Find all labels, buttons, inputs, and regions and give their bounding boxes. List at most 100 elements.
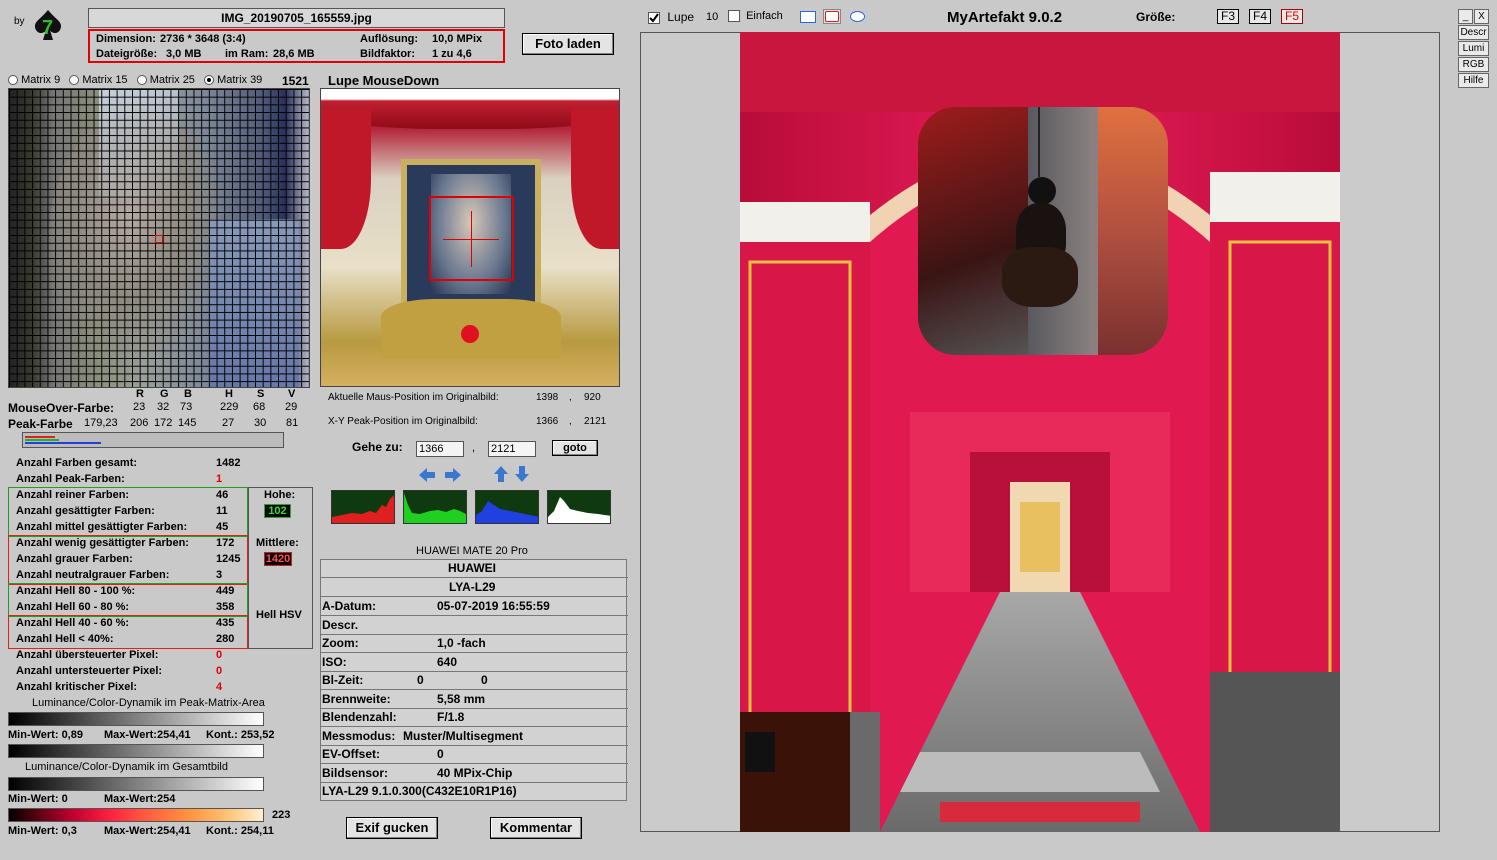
dyn-color-value: 223 <box>272 809 291 821</box>
peak-row: Peak-Farbe 179,23 206 172 145 27 30 81 <box>0 417 310 431</box>
goto-button[interactable]: goto <box>552 440 598 456</box>
count-label: Anzahl untersteuerter Pixel: <box>16 665 163 677</box>
einfach-checkbox[interactable]: Einfach <box>728 10 783 23</box>
exif-label: Messmodus: <box>322 728 396 743</box>
count-row: Anzahl mittel gesättigter Farben: 45 <box>8 521 248 537</box>
matrix-9-radio[interactable]: Matrix 9 <box>8 74 60 86</box>
header-g: G <box>160 388 169 400</box>
matrix-count: 1521 <box>282 74 309 88</box>
color-headers: R G B H S V <box>0 388 310 400</box>
histogram-luma <box>547 490 611 524</box>
count-value: 1482 <box>216 457 241 469</box>
hohe-label: Hohe: <box>264 489 296 501</box>
count-row: Anzahl reiner Farben: 46 <box>8 489 248 505</box>
matrix-15-radio[interactable]: Matrix 15 <box>69 74 128 86</box>
maus-x: 1398 <box>536 392 559 403</box>
dyn-peak-kont: Kont.: 253,52 <box>206 729 275 741</box>
exif-value: 5,58 mm <box>437 691 486 706</box>
count-value: 3 <box>216 569 223 581</box>
dyn-peak-title: Luminance/Color-Dynamik im Peak-Matrix-A… <box>32 697 265 709</box>
f4-button[interactable]: F4 <box>1249 9 1271 24</box>
peak-color-bar <box>22 432 284 448</box>
exif-label: A-Datum: <box>322 599 376 613</box>
rgb-button[interactable]: RGB <box>1458 57 1489 72</box>
logo-icon: 7 <box>30 8 66 42</box>
exif-label: EV-Offset: <box>322 747 381 761</box>
exif-value: 640 <box>437 654 458 669</box>
header-h: H <box>225 388 233 400</box>
arrow-left-icon[interactable] <box>418 467 436 486</box>
exif-value: Muster/Multisegment <box>403 728 524 743</box>
pixel-matrix[interactable] <box>8 88 310 388</box>
lupe-checkbox[interactable]: Lupe <box>648 10 694 24</box>
header-b: B <box>184 388 192 400</box>
count-label: Anzahl grauer Farben: <box>16 553 133 565</box>
count-value: 4 <box>216 681 223 693</box>
matrix-25-radio[interactable]: Matrix 25 <box>136 74 195 86</box>
counts-panel: Anzahl Farben gesamt: 1482 Anzahl Peak-Far… <box>8 455 314 695</box>
exif-label: Zoom: <box>322 636 359 650</box>
exif-label: Bildsensor: <box>322 765 389 780</box>
f5-button[interactable]: F5 <box>1281 9 1303 24</box>
arrow-up-icon[interactable] <box>493 465 509 486</box>
count-value: 1 <box>216 473 223 485</box>
app-title: MyArtefakt 9.0.2 <box>947 9 1063 26</box>
goto-y-input[interactable] <box>488 441 536 457</box>
exif-gucken-button[interactable]: Exif gucken <box>346 817 438 839</box>
dateigroesse-label: Dateigröße: <box>96 48 158 60</box>
descr-button[interactable]: Descr <box>1458 25 1489 40</box>
peak-pos-sep: , <box>569 416 572 427</box>
count-row: Anzahl übersteuerter Pixel: 0 <box>8 649 248 665</box>
mittlere-value: 1420 <box>264 552 292 566</box>
exif-row: A-Datum: 05-07-2019 16:55:59 <box>321 598 628 616</box>
peak-value-1: 179,23 <box>84 417 118 429</box>
file-name-box: IMG_20190705_165559.jpg <box>88 8 505 28</box>
lupe-label: Lupe <box>667 10 695 24</box>
matrix-39-radio[interactable]: Matrix 39 <box>204 74 262 86</box>
mouseover-h: 229 <box>220 401 239 413</box>
exif-label: Blendenzahl: <box>322 710 397 724</box>
groesse-label: Größe: <box>1136 10 1176 24</box>
count-label: Anzahl Hell 80 - 100 %: <box>16 585 136 597</box>
minimize-button[interactable]: _ <box>1458 9 1473 24</box>
count-label: Anzahl Hell 40 - 60 %: <box>16 617 130 629</box>
hilfe-button[interactable]: Hilfe <box>1458 73 1489 88</box>
dimension-value: 2736 * 3648 (3:4) <box>160 33 246 45</box>
lumi-button[interactable]: Lumi <box>1458 41 1489 56</box>
dateigroesse-value: 3,0 MB <box>166 48 202 60</box>
peak-v: 81 <box>286 417 299 429</box>
arrow-down-icon[interactable] <box>514 465 530 486</box>
shape-ellipse-icon[interactable] <box>850 11 865 22</box>
kommentar-button[interactable]: Kommentar <box>490 817 582 839</box>
lupe-image[interactable] <box>320 88 620 387</box>
exif-row: EV-Offset: 0 <box>321 746 628 764</box>
shape-rounded-icon[interactable] <box>823 9 841 24</box>
foto-laden-button[interactable]: Foto laden <box>522 33 614 55</box>
count-label: Anzahl mittel gesättigter Farben: <box>16 521 188 533</box>
count-row: Anzahl Hell < 40%: 280 <box>8 633 248 649</box>
gehe-zu-label: Gehe zu: <box>352 440 403 454</box>
dyn-gesamt-bar-top <box>8 744 264 758</box>
main-photo[interactable] <box>740 32 1340 832</box>
exif-value: 0 <box>417 673 424 687</box>
exif-row: Brennweite: 5,58 mm <box>321 691 628 709</box>
count-value: 172 <box>216 537 235 549</box>
maus-sep: , <box>569 392 572 403</box>
peak-h: 27 <box>222 417 235 429</box>
dyn-color-min: Min-Wert: 0,3 <box>8 825 77 837</box>
image-info-box: Dimension: 2736 * 3648 (3:4) Auflösung: … <box>88 29 505 63</box>
f3-button[interactable]: F3 <box>1217 9 1239 24</box>
svg-text:7: 7 <box>42 17 53 39</box>
goto-x-input[interactable] <box>416 441 464 457</box>
exif-row: Descr. <box>321 617 628 635</box>
arrow-right-icon[interactable] <box>444 467 462 486</box>
exif-row: Zoom: 1,0 -fach <box>321 635 628 653</box>
exif-panel: HUAWEI LYA-L29 A-Datum: 05-07-2019 16:55:… <box>320 559 628 801</box>
exif-firmware-value: LYA-L29 9.1.0.300(C432E10R1P16) <box>322 784 517 798</box>
matrix-9-label: Matrix 9 <box>21 74 61 86</box>
close-button[interactable]: X <box>1474 9 1489 24</box>
shape-square-icon[interactable] <box>800 11 816 23</box>
count-value: 435 <box>216 617 235 629</box>
peak-b: 145 <box>178 417 197 429</box>
maus-y: 920 <box>584 392 601 403</box>
